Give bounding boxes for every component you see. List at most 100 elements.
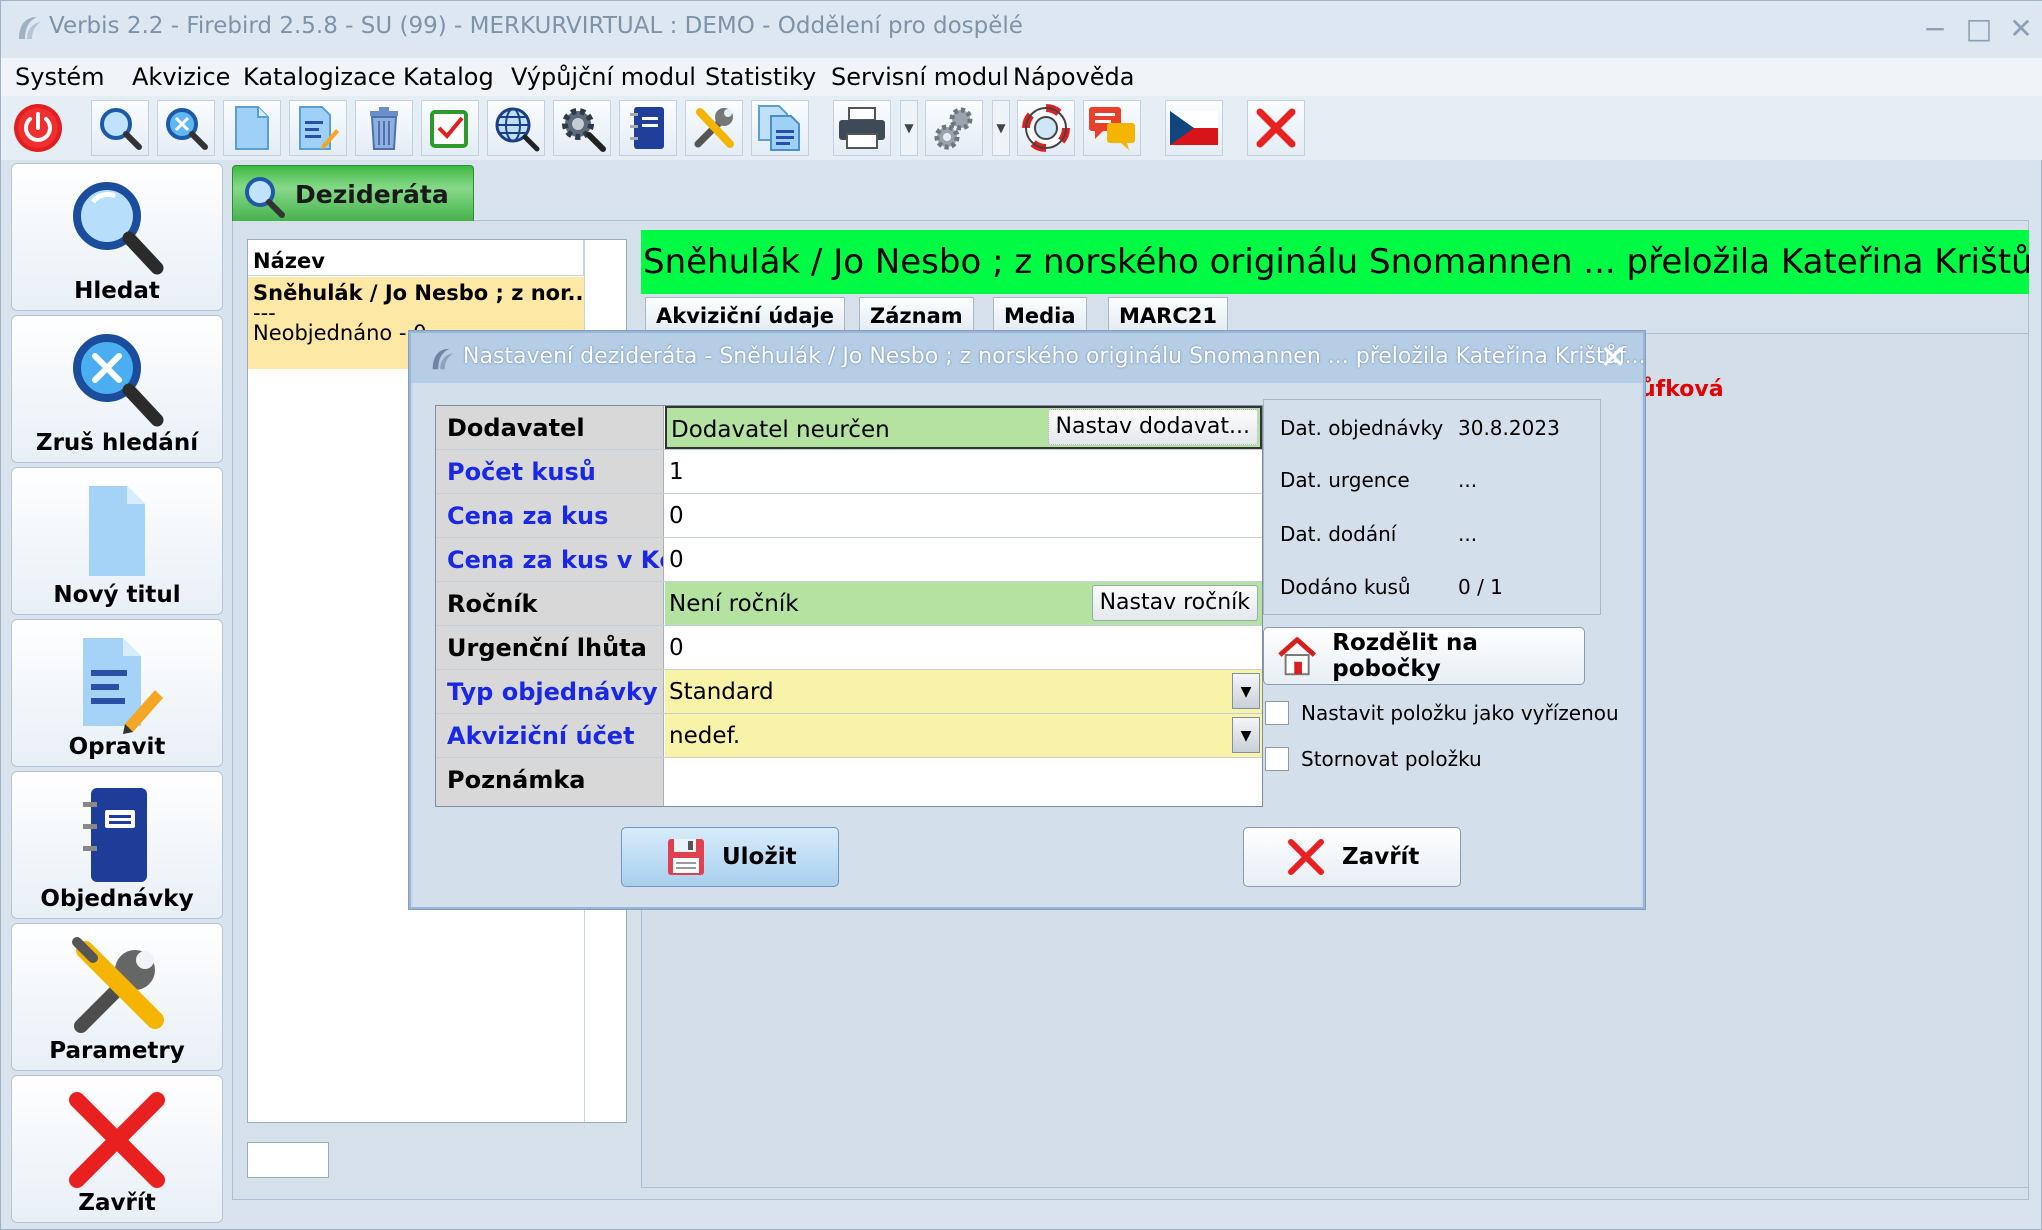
sidebar-label: Parametry — [49, 1038, 185, 1064]
toolbar-check-button[interactable] — [421, 100, 479, 156]
sidebar-button-novy-titul[interactable]: Nový titul — [11, 467, 223, 615]
cancel-item-checkbox[interactable] — [1265, 747, 1289, 771]
toolbar-notebook-button[interactable] — [619, 100, 677, 156]
sidebar-label: Opravit — [68, 734, 166, 760]
typ-objednavky-value: Standard — [669, 679, 774, 705]
toolbar-close-button[interactable] — [1247, 100, 1305, 156]
sidebar-button-zrus-hledani[interactable]: Zruš hledání — [11, 315, 223, 463]
menu-item-katalog[interactable]: Katalog — [403, 63, 494, 91]
gears-dropdown-arrow[interactable]: ▼ — [992, 100, 1010, 156]
menu-item-katalogizace[interactable]: Katalogizace — [243, 63, 396, 91]
sidebar-button-objednavky[interactable]: Objednávky — [11, 771, 223, 919]
subtab-marc21[interactable]: MARC21 — [1108, 297, 1228, 333]
sidebar-button-zavrit[interactable]: Zavřít — [11, 1075, 223, 1223]
czech-flag-icon — [1170, 111, 1218, 145]
menu-item-napoveda[interactable]: Nápověda — [1013, 63, 1135, 91]
new-document-icon — [235, 106, 269, 150]
list-item-title: Sněhulák / Jo Nesbo ; z nor... — [253, 281, 584, 305]
sidebar-button-hledat[interactable]: Hledat — [11, 163, 223, 311]
title-bar: Verbis 2.2 - Firebird 2.5.8 - SU (99) - … — [1, 1, 2042, 58]
toolbar-gears-button[interactable] — [925, 100, 983, 156]
toolbar-web-search-button[interactable] — [487, 100, 545, 156]
row-pocet-kusu: Počet kusů 1 — [436, 450, 1262, 494]
urgencni-lhuta-field[interactable]: 0 — [665, 626, 1262, 669]
tab-deziderata[interactable]: Dezideráta — [232, 165, 474, 221]
close-button[interactable]: Zavřít — [1243, 827, 1461, 887]
chevron-down-icon[interactable]: ▼ — [1232, 717, 1260, 753]
globe-search-icon — [495, 107, 540, 152]
save-button[interactable]: Uložit — [621, 827, 839, 887]
gear-search-icon — [562, 108, 606, 152]
list-filter-input[interactable] — [247, 1142, 329, 1178]
dialog-close-button[interactable]: ✕ — [1595, 339, 1631, 375]
poznamka-label: Poznámka — [436, 758, 664, 806]
dodavatel-field[interactable]: Dodavatel neurčen Nastav dodavat... — [665, 406, 1262, 449]
window-close-button[interactable]: ✕ — [2001, 11, 2041, 47]
toolbar-search-button[interactable] — [91, 100, 149, 156]
akvizicni-ucet-label: Akviziční účet — [436, 714, 664, 757]
sidebar-button-opravit[interactable]: Opravit — [11, 619, 223, 767]
lifebuoy-icon — [1022, 104, 1070, 152]
cena-za-kus-field[interactable]: 0 — [665, 494, 1262, 537]
toolbar-messages-button[interactable] — [1083, 100, 1141, 156]
sidebar-label: Nový titul — [53, 582, 181, 608]
mark-resolved-label: Nastavit položku jako vyřízenou — [1301, 701, 1619, 725]
rocnik-field[interactable]: Není ročník Nastav ročník — [665, 582, 1262, 625]
poznamka-field[interactable] — [665, 758, 1262, 801]
akvizicni-ucet-select[interactable]: nedef. ▼ — [665, 714, 1262, 757]
dat-dodani-value: ... — [1458, 522, 1478, 546]
subtab-zaznam[interactable]: Záznam — [859, 297, 974, 333]
sidebar-label: Zavřít — [78, 1190, 156, 1216]
subtab-media[interactable]: Media — [993, 297, 1087, 333]
split-branches-button[interactable]: Rozdělit na pobočky — [1263, 627, 1585, 685]
toolbar-edit-button[interactable] — [289, 100, 347, 156]
toolbar-new-button[interactable] — [223, 100, 281, 156]
chevron-down-icon[interactable]: ▼ — [1232, 673, 1260, 709]
menu-item-vypujcni-modul[interactable]: Výpůjční modul — [511, 63, 696, 91]
toolbar-settings-search-button[interactable] — [553, 100, 611, 156]
toolbar-tools-button[interactable] — [685, 100, 743, 156]
row-cena-za-kus-kc: Cena za kus v Kč 0 — [436, 538, 1262, 582]
mark-resolved-checkbox[interactable] — [1265, 701, 1289, 725]
menu-item-system[interactable]: Systém — [15, 63, 105, 91]
typ-objednavky-select[interactable]: Standard ▼ — [665, 670, 1262, 713]
row-dodavatel: Dodavatel Dodavatel neurčen Nastav dodav… — [436, 406, 1262, 450]
toolbar-language-button[interactable] — [1165, 100, 1223, 156]
new-document-icon — [89, 486, 145, 576]
toolbar-print-button[interactable] — [833, 100, 891, 156]
list-item-separator: --- — [253, 301, 276, 325]
list-column-header[interactable]: Název — [248, 240, 584, 276]
search-icon — [245, 177, 285, 218]
menu-item-statistiky[interactable]: Statistiky — [705, 63, 816, 91]
toolbar-delete-button[interactable] — [355, 100, 413, 156]
order-info-box: Dat. objednávky 30.8.2023 Dat. urgence .… — [1263, 399, 1601, 615]
dat-dodani-label: Dat. dodání — [1280, 522, 1397, 546]
set-volume-button[interactable]: Nastav ročník — [1091, 585, 1258, 621]
set-supplier-button[interactable]: Nastav dodavat... — [1047, 409, 1258, 445]
typ-objednavky-label: Typ objednávky — [436, 670, 664, 713]
toolbar-copy-button[interactable] — [751, 100, 809, 156]
sidebar-label: Hledat — [74, 278, 160, 304]
menu-item-servisni-modul[interactable]: Servisní modul — [831, 63, 1009, 91]
print-dropdown-arrow[interactable]: ▼ — [900, 100, 918, 156]
toolbar-help-button[interactable] — [1017, 100, 1075, 156]
trash-icon — [370, 107, 398, 150]
pocet-kusu-field[interactable]: 1 — [665, 450, 1262, 493]
save-label: Uložit — [722, 844, 797, 870]
dodavatel-value: Dodavatel neurčen — [671, 417, 890, 443]
dat-objednavky-label: Dat. objednávky — [1280, 416, 1444, 440]
toolbar-cancel-search-button[interactable] — [157, 100, 215, 156]
subtab-akvizicni-udaje[interactable]: Akviziční údaje — [645, 297, 846, 333]
cena-za-kus-kc-label: Cena za kus v Kč — [436, 538, 664, 581]
cancel-item-label: Stornovat položku — [1301, 747, 1482, 771]
menu-item-akvizice[interactable]: Akvizice — [132, 63, 230, 91]
sidebar-button-parametry[interactable]: Parametry — [11, 923, 223, 1071]
cena-za-kus-kc-field[interactable]: 0 — [665, 538, 1262, 581]
minimize-button[interactable]: − — [1915, 11, 1955, 47]
power-button[interactable] — [9, 100, 67, 156]
house-icon — [1278, 637, 1317, 676]
row-poznamka: Poznámka — [436, 758, 1262, 806]
checkbox-icon — [430, 110, 468, 148]
app-logo-icon — [19, 17, 41, 39]
maximize-button[interactable]: □ — [1959, 11, 1999, 47]
